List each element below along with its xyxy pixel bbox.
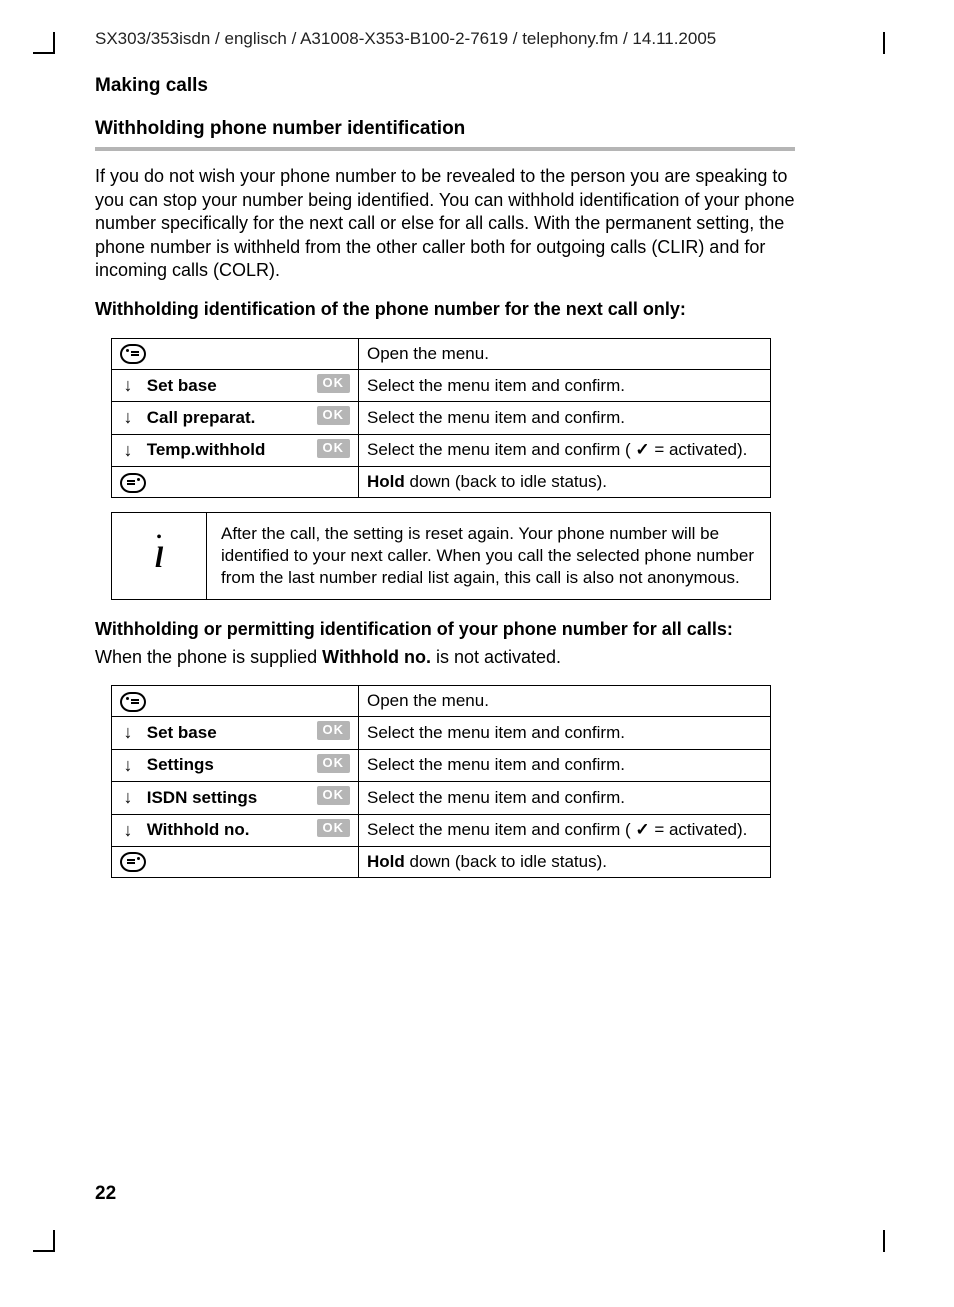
table-row: Hold down (back to idle status). — [112, 467, 771, 498]
table-row: Hold down (back to idle status). — [112, 846, 771, 877]
crop-mark — [883, 32, 885, 54]
menu-key-icon — [120, 344, 146, 364]
document-header: SX303/353isdn / englisch / A31008-X353-B… — [95, 28, 835, 50]
table-row: ↓ Withhold no. OK Select the menu item a… — [112, 814, 771, 846]
procedure-2-title: Withholding or permitting identification… — [95, 618, 815, 641]
table-row: ↓ Settings OK Select the menu item and c… — [112, 749, 771, 781]
step-description: Hold down (back to idle status). — [359, 467, 771, 498]
menu-item-label: Set base — [147, 375, 217, 397]
procedure-1-title: Withholding identification of the phone … — [95, 298, 815, 321]
step-description: Select the menu item and confirm. — [359, 717, 771, 749]
ok-badge: OK — [317, 374, 351, 393]
ok-badge: OK — [317, 721, 351, 740]
section-title: Making calls — [95, 74, 835, 99]
down-arrow-icon: ↓ — [120, 721, 136, 744]
crop-mark — [33, 1250, 55, 1252]
table-row: ↓ ISDN settings OK Select the menu item … — [112, 782, 771, 814]
procedure-2-table: Open the menu. ↓ Set base OK Select the … — [111, 685, 771, 878]
step-description: Select the menu item and confirm ( ✓ = a… — [359, 814, 771, 846]
table-row: ↓ Call preparat. OK Select the menu item… — [112, 402, 771, 434]
down-arrow-icon: ↓ — [120, 374, 136, 397]
table-row: Open the menu. — [112, 338, 771, 369]
page-content: SX303/353isdn / englisch / A31008-X353-B… — [95, 28, 835, 892]
down-arrow-icon: ↓ — [120, 406, 136, 429]
step-description: Open the menu. — [359, 338, 771, 369]
note-text: After the call, the setting is reset aga… — [207, 513, 771, 600]
menu-key-icon — [120, 692, 146, 712]
down-arrow-icon: ↓ — [120, 786, 136, 809]
table-row: ↓ Set base OK Select the menu item and c… — [112, 369, 771, 401]
step-description: Select the menu item and confirm. — [359, 369, 771, 401]
step-description: Hold down (back to idle status). — [359, 846, 771, 877]
down-arrow-icon: ↓ — [120, 439, 136, 462]
menu-item-label: Set base — [147, 722, 217, 744]
step-description: Select the menu item and confirm ( ✓ = a… — [359, 434, 771, 466]
ok-badge: OK — [317, 786, 351, 805]
info-note-box: •l After the call, the setting is reset … — [111, 512, 771, 600]
step-description: Open the menu. — [359, 686, 771, 717]
menu-item-label: Temp.withhold — [147, 439, 266, 461]
info-icon: •l — [112, 513, 207, 600]
crop-mark — [53, 32, 55, 54]
crop-mark — [33, 52, 55, 54]
check-icon: ✓ — [635, 819, 649, 841]
check-icon: ✓ — [635, 439, 649, 461]
ok-badge: OK — [317, 819, 351, 838]
intro-paragraph: If you do not wish your phone number to … — [95, 165, 815, 282]
step-description: Select the menu item and confirm. — [359, 782, 771, 814]
procedure-1-table: Open the menu. ↓ Set base OK Select the … — [111, 338, 771, 498]
step-description: Select the menu item and confirm. — [359, 402, 771, 434]
end-key-icon — [120, 473, 146, 493]
end-key-icon — [120, 852, 146, 872]
menu-item-label: ISDN settings — [147, 787, 258, 809]
crop-mark — [883, 1230, 885, 1252]
step-description: Select the menu item and confirm. — [359, 749, 771, 781]
procedure-2-intro: When the phone is supplied Withhold no. … — [95, 646, 815, 669]
ok-badge: OK — [317, 406, 351, 425]
page-number: 22 — [95, 1182, 116, 1207]
down-arrow-icon: ↓ — [120, 754, 136, 777]
menu-item-label: Call preparat. — [147, 407, 256, 429]
table-row: ↓ Set base OK Select the menu item and c… — [112, 717, 771, 749]
down-arrow-icon: ↓ — [120, 819, 136, 842]
title-rule — [95, 147, 795, 151]
ok-badge: OK — [317, 754, 351, 773]
table-row: Open the menu. — [112, 686, 771, 717]
crop-mark — [53, 1230, 55, 1252]
subsection-title: Withholding phone number identification — [95, 117, 835, 142]
table-row: ↓ Temp.withhold OK Select the menu item … — [112, 434, 771, 466]
ok-badge: OK — [317, 439, 351, 458]
menu-item-label: Settings — [147, 754, 214, 776]
menu-item-label: Withhold no. — [147, 819, 250, 841]
